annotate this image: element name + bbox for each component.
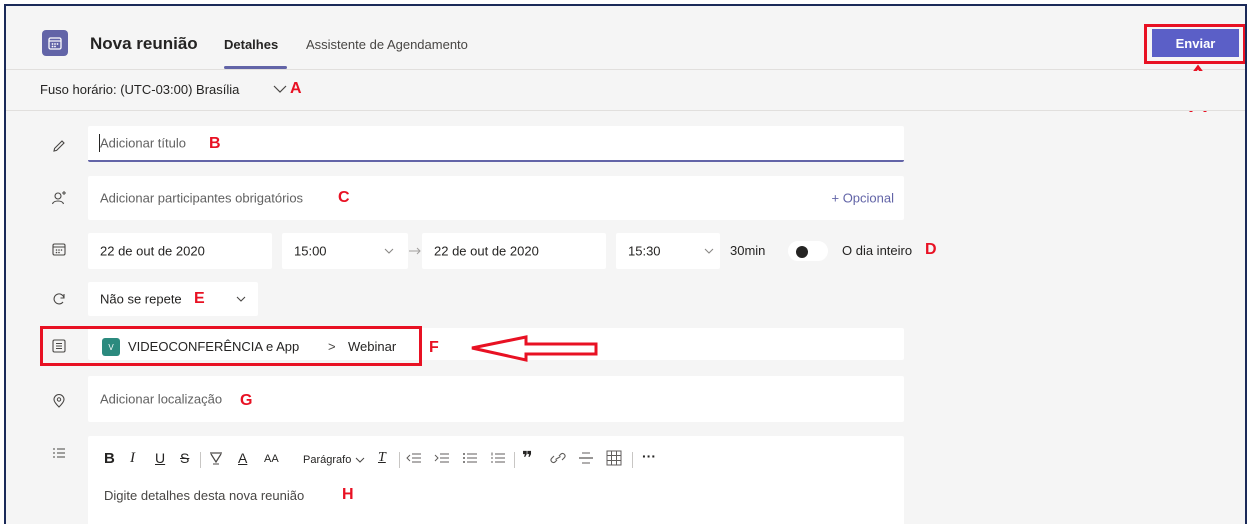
annotation-marker-a: A [290, 80, 302, 97]
all-day-toggle[interactable] [788, 241, 828, 261]
annotation-marker-h: H [342, 486, 354, 503]
chevron-down-icon[interactable] [236, 295, 246, 303]
tab-scheduling-assistant[interactable]: Assistente de Agendamento [306, 37, 468, 52]
quote-icon[interactable]: ❞ [522, 448, 533, 469]
chevron-down-icon[interactable] [272, 81, 288, 97]
font-color-icon[interactable]: A [238, 450, 247, 466]
annotation-marker-d: D [925, 241, 937, 258]
paragraph-format-dropdown[interactable]: Parágrafo [303, 454, 365, 466]
location-field[interactable]: Adicionar localização [88, 376, 904, 422]
end-date-picker[interactable]: 22 de out de 2020 [422, 233, 606, 269]
paragraph-format-label: Parágrafo [303, 454, 352, 466]
italic-icon[interactable]: I [130, 450, 135, 467]
underline-icon[interactable]: U [155, 450, 165, 466]
arrow-right-icon [409, 247, 421, 255]
annotation-marker-e: E [194, 290, 205, 307]
channel-separator: > [328, 339, 336, 354]
title-input[interactable]: Adicionar título [100, 136, 186, 151]
text-cursor [99, 134, 100, 152]
annotation-marker-b: B [209, 135, 221, 152]
send-button[interactable]: Enviar [1152, 29, 1239, 57]
strikethrough-icon[interactable]: S [180, 450, 189, 466]
tab-details[interactable]: Detalhes [224, 37, 278, 52]
chevron-down-icon[interactable] [704, 247, 714, 255]
toolbar-divider [399, 452, 400, 468]
annotation-left-arrow [471, 335, 598, 362]
active-tab-indicator [224, 66, 287, 69]
toolbar-divider [200, 452, 201, 468]
channel-team-name[interactable]: VIDEOCONFERÊNCIA e App [128, 339, 299, 354]
font-size-icon[interactable]: AA [264, 453, 279, 465]
meeting-header: Nova reunião Detalhes Assistente de Agen… [6, 6, 1245, 70]
repeat-value: Não se repete [100, 291, 182, 307]
end-time-picker[interactable]: 15:30 [616, 233, 720, 269]
clear-formatting-icon[interactable]: T [378, 450, 386, 466]
attendees-field[interactable]: Adicionar participantes obrigatórios + O… [88, 176, 904, 220]
start-time-picker[interactable]: 15:00 [282, 233, 408, 269]
teams-window: Nova reunião Detalhes Assistente de Agen… [4, 4, 1247, 524]
end-time-value: 15:30 [628, 243, 661, 259]
increase-indent-icon[interactable] [434, 451, 450, 465]
annotation-marker-g: G [240, 392, 253, 409]
repeat-selector[interactable]: Não se repete [88, 282, 258, 316]
location-pin-icon [48, 390, 70, 412]
calendar-icon [48, 238, 70, 260]
attendees-input[interactable]: Adicionar participantes obrigatórios [100, 191, 303, 206]
more-options-icon[interactable]: ··· [642, 448, 656, 464]
annotation-marker-f: F [429, 339, 439, 356]
chevron-down-icon [355, 457, 365, 463]
start-date-picker[interactable]: 22 de out de 2020 [88, 233, 272, 269]
bulleted-list-icon[interactable] [462, 451, 478, 465]
numbered-list-icon[interactable] [490, 451, 506, 465]
calendar-app-icon [42, 30, 68, 56]
location-input[interactable]: Adicionar localização [100, 392, 222, 407]
all-day-label: O dia inteiro [842, 243, 913, 258]
table-icon[interactable] [606, 450, 622, 466]
pencil-icon [48, 135, 70, 157]
annotation-marker-c: C [338, 189, 350, 206]
end-date-value: 22 de out de 2020 [434, 243, 539, 259]
details-editor[interactable]: B I U S A AA Parágrafo T ❞ ··· Digite de… [88, 436, 904, 524]
highlight-icon[interactable] [208, 450, 224, 466]
repeat-icon [48, 288, 70, 310]
duration-label: 30min [730, 243, 766, 258]
start-time-value: 15:00 [294, 243, 327, 259]
team-avatar: V [102, 338, 120, 356]
channel-list-icon [48, 335, 70, 357]
channel-name[interactable]: Webinar [348, 339, 396, 354]
start-date-value: 22 de out de 2020 [100, 243, 205, 259]
details-input[interactable]: Digite detalhes desta nova reunião [104, 488, 304, 503]
link-icon[interactable] [550, 451, 566, 465]
decrease-indent-icon[interactable] [406, 451, 422, 465]
chevron-down-icon[interactable] [384, 247, 394, 255]
toolbar-divider [632, 452, 633, 468]
meeting-form: Adicionar título B Adicionar participant… [6, 112, 1245, 524]
add-person-icon [48, 187, 70, 209]
toolbar-divider [514, 452, 515, 468]
page-title: Nova reunião [90, 34, 198, 53]
bold-icon[interactable]: B [104, 450, 115, 467]
timezone-selector[interactable]: Fuso horário: (UTC-03:00) Brasília [40, 82, 239, 97]
optional-attendees-link[interactable]: + Opcional [831, 191, 894, 206]
toggle-knob [796, 246, 808, 258]
details-list-icon [48, 442, 70, 464]
timezone-bar: Fuso horário: (UTC-03:00) Brasília A [6, 71, 1245, 111]
horizontal-rule-icon[interactable] [578, 451, 594, 465]
